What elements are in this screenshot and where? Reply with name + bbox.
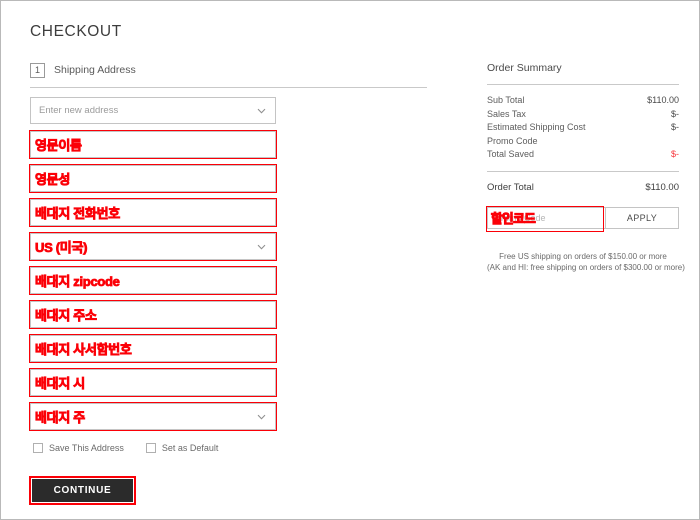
field-last-name[interactable]: 영문성	[29, 164, 277, 193]
annotation-text-address-line-1: 배대지 주소	[35, 307, 98, 323]
step-header: 1 Shipping Address	[30, 61, 427, 79]
checkbox-set-as-default[interactable]: Set as Default	[145, 443, 219, 453]
summary-row-value: $110.00	[647, 95, 679, 105]
order-total-row: Order Total $110.00	[487, 172, 679, 193]
checkout-page: CHECKOUT 1 Shipping Address Enter new ad…	[0, 0, 700, 520]
summary-row: Sales Tax $-	[487, 108, 679, 122]
annotation-box-city	[29, 368, 277, 397]
continue-button[interactable]: CONTINUE	[32, 479, 133, 502]
annotation-text-country: US (미국)	[35, 239, 88, 255]
summary-row-value: $-	[670, 149, 679, 160]
field-address-line-1[interactable]: 배대지 주소	[29, 300, 277, 329]
promo-code-row: APPLY 할인코드	[486, 205, 679, 232]
shipping-note: Free US shipping on orders of $150.00 or…	[487, 251, 685, 274]
checkbox-label: Save This Address	[49, 443, 124, 453]
summary-row-label: Estimated Shipping Cost	[487, 122, 586, 133]
checkbox-label: Set as Default	[161, 443, 219, 453]
promo-code-input[interactable]	[488, 207, 605, 228]
annotation-text-state: 배대지 주	[35, 409, 86, 425]
order-total-value: $110.00	[645, 181, 679, 193]
section-divider	[30, 87, 427, 88]
annotation-text-city: 배대지 시	[35, 375, 86, 391]
annotation-box-address-line-1	[29, 300, 277, 329]
summary-row: Total Saved $-	[487, 148, 679, 162]
annotation-box-zipcode	[29, 266, 277, 295]
annotation-box-state	[29, 402, 277, 431]
page-title: CHECKOUT	[30, 23, 122, 40]
order-summary: Order Summary Sub Total $110.00 Sales Tax $…	[486, 62, 685, 274]
shipping-note-line-2: (AK and HI: free shipping on orders of $…	[487, 263, 685, 273]
field-country[interactable]: US (미국)	[29, 232, 277, 261]
shipping-note-line-1: Free US shipping on orders of $150.00 or…	[499, 251, 667, 261]
chevron-down-icon	[257, 242, 266, 251]
checkbox-box[interactable]	[33, 443, 43, 453]
continue-button-wrap: CONTINUE	[29, 476, 136, 505]
summary-row-label: Sub Total	[487, 95, 525, 105]
summary-row-label: Sales Tax	[487, 108, 526, 119]
field-zipcode[interactable]: 배대지 zipcode	[29, 266, 277, 295]
summary-row-label: Promo Code	[487, 135, 538, 146]
annotation-text-zipcode: 배대지 zipcode	[35, 273, 121, 289]
summary-row-value: $-	[670, 122, 679, 133]
field-state[interactable]: 배대지 주	[29, 402, 277, 431]
order-summary-rows: Sub Total $110.00 Sales Tax $- Estimated Shi…	[487, 85, 679, 162]
step-number-badge: 1	[30, 62, 45, 78]
address-form-fields: Enter new address 영문이름영문성배대지 전화번호 US (미국)…	[29, 97, 277, 437]
chevron-down-icon	[257, 412, 266, 421]
step-label: Shipping Address	[54, 64, 136, 76]
shipping-address-section: 1 Shipping Address	[30, 61, 427, 88]
annotation-box-phone-number	[29, 198, 277, 227]
annotation-box-address-line-2	[29, 334, 277, 363]
summary-row-value: $-	[670, 108, 679, 119]
summary-row-label: Total Saved	[487, 149, 535, 160]
field-phone-number[interactable]: 배대지 전화번호	[29, 198, 277, 227]
order-summary-title: Order Summary	[487, 62, 562, 74]
annotation-text-phone-number: 배대지 전화번호	[35, 205, 121, 221]
checkbox-save-this-address[interactable]: Save This Address	[33, 443, 124, 453]
chevron-down-icon	[257, 106, 266, 115]
annotation-box-country	[29, 232, 277, 261]
summary-row: Promo Code	[487, 135, 679, 149]
summary-row: Estimated Shipping Cost $-	[487, 121, 679, 135]
annotation-text-first-name: 영문이름	[35, 137, 83, 153]
annotation-box-first-name	[29, 130, 277, 159]
field-first-name[interactable]: 영문이름	[29, 130, 277, 159]
field-city[interactable]: 배대지 시	[29, 368, 277, 397]
field-address-line-2[interactable]: 배대지 사서함번호	[29, 334, 277, 363]
checkbox-box[interactable]	[145, 443, 156, 453]
saved-address-select[interactable]: Enter new address	[30, 97, 276, 124]
annotation-box-last-name	[29, 164, 277, 193]
apply-promo-button[interactable]: APPLY	[605, 207, 678, 228]
annotation-text-last-name: 영문성	[35, 171, 71, 187]
order-total-label: Order Total	[487, 181, 534, 193]
annotation-text-address-line-2: 배대지 사서함번호	[35, 341, 133, 357]
address-options: Save This Address Set as Default	[33, 443, 218, 453]
summary-row: Sub Total $110.00	[487, 94, 679, 108]
saved-address-value: Enter new address	[39, 105, 119, 116]
